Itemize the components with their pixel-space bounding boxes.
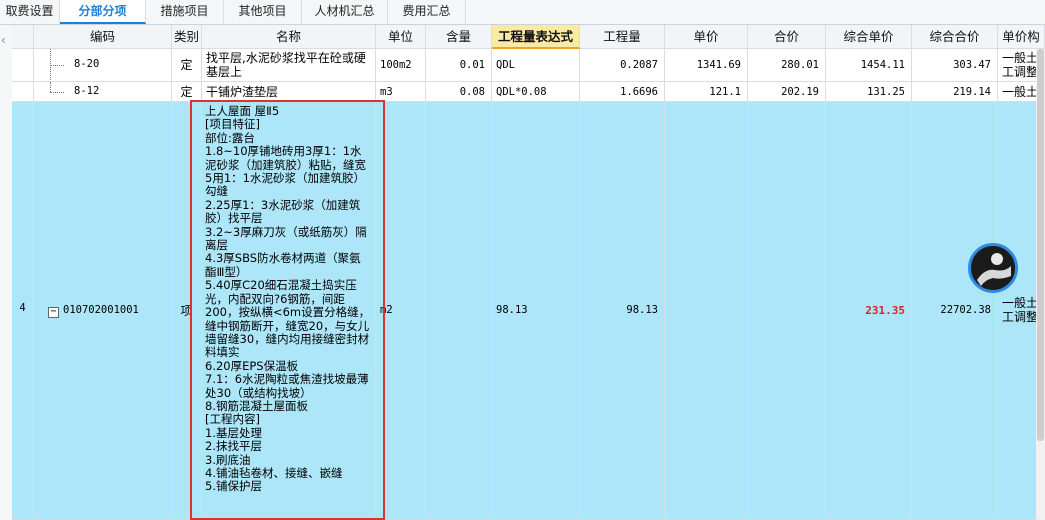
item-description-cell[interactable]: 上人屋面 屋Ⅱ5 [项目特征] 部位:露台 1.8~10厚铺地砖用3厚1：1水泥砂浆（… [202, 102, 376, 520]
code-value: 8-12 [74, 85, 100, 97]
table-row[interactable]: 8-12 定 干铺炉渣垫层 m3 0.08 QDL*0.08 1.6696 12… [12, 82, 1045, 102]
description-line: 上人屋面 屋Ⅱ5 [205, 104, 280, 118]
unit-price-cell[interactable]: 1341.69 [665, 49, 748, 82]
tab-labor-material-summary[interactable]: 人材机汇总 [302, 0, 388, 24]
tab-measures[interactable]: 措施项目 [146, 0, 224, 24]
header-expression[interactable]: 工程量表达式 [492, 25, 580, 49]
unit-price-cell[interactable]: 121.1 [665, 82, 748, 102]
table-row-selected[interactable]: 4 −010702001001 项 上人屋面 屋Ⅱ5 [项目特征] 部位:露台 1.8… [12, 102, 1045, 520]
description-line: 2.抹找平层 [205, 439, 262, 454]
name-line: 基层上 [206, 65, 243, 79]
code-cell[interactable]: 8-20 [34, 49, 172, 82]
scrollbar-thumb[interactable] [1037, 49, 1044, 441]
tab-cost-summary[interactable]: 费用汇总 [388, 0, 466, 24]
header-unit-price[interactable]: 单价 [665, 25, 748, 49]
tab-other-items[interactable]: 其他项目 [224, 0, 302, 24]
name-line: 找平层,水泥砂浆找平在砼或硬 [206, 51, 366, 65]
table-row[interactable]: 8-20 定 找平层,水泥砂浆找平在砼或硬 基层上 100m2 0.01 QDL… [12, 49, 1045, 82]
header-content[interactable]: 含量 [426, 25, 492, 49]
description-line: 4.铺油毡卷材、接缝、嵌缝 [205, 465, 343, 480]
unit-price-cell[interactable] [665, 102, 748, 520]
tree-branch [50, 65, 64, 66]
description-line: 部位:露台 [205, 130, 255, 145]
expression-cell[interactable]: 98.13 [492, 102, 580, 520]
total-price-cell[interactable]: 280.01 [748, 49, 826, 82]
grid-header-row: 编码 类别 名称 单位 含量 工程量表达式 工程量 单价 合价 综合单价 综合合… [12, 25, 1045, 49]
tree-line [50, 82, 52, 92]
description-line: [项目特征] [205, 117, 260, 132]
expression-cell[interactable]: QDL [492, 49, 580, 82]
row-index [12, 82, 34, 102]
description-line: [工程内容] [205, 412, 260, 427]
description-line: 4.3厚SBS防水卷材两道（聚氨酯Ⅲ型） [205, 251, 361, 279]
header-name[interactable]: 名称 [202, 25, 376, 49]
description-line: 5.铺保护层 [205, 479, 262, 494]
description-line: 6.20厚EPS保温板 [205, 358, 299, 373]
header-code[interactable]: 编码 [34, 25, 172, 49]
tab-sub-items[interactable]: 分部分项 [60, 0, 146, 24]
category-cell[interactable]: 项 [172, 102, 202, 520]
description-line: 3.刷底油 [205, 452, 251, 467]
category-cell[interactable]: 定 [172, 49, 202, 82]
code-value: 8-20 [74, 58, 100, 70]
vertical-scrollbar[interactable] [1036, 49, 1045, 520]
header-composite-total[interactable]: 综合合价 [912, 25, 998, 49]
tab-fee-settings[interactable]: 取费设置 [0, 0, 60, 24]
quantity-cell[interactable]: 0.2087 [580, 49, 665, 82]
composite-unit-price-cell[interactable]: 231.35 [826, 102, 912, 520]
header-category[interactable]: 类别 [172, 25, 202, 49]
composite-total-cell[interactable]: 22702.38 [912, 102, 998, 520]
code-cell[interactable]: 8-12 [34, 82, 172, 102]
minus-box-icon[interactable]: − [48, 307, 59, 318]
content-cell[interactable] [426, 102, 492, 520]
code-cell[interactable]: −010702001001 [34, 102, 172, 520]
row-index [12, 49, 34, 82]
description-line: 7.1：6水泥陶粒或焦渣找坡最薄处30（或结构找坡） [205, 372, 369, 400]
name-cell[interactable]: 找平层,水泥砂浆找平在砼或硬 基层上 [202, 49, 376, 82]
composite-total-cell[interactable]: 219.14 [912, 82, 998, 102]
header-total-price[interactable]: 合价 [748, 25, 826, 49]
total-price-cell[interactable]: 202.19 [748, 82, 826, 102]
composite-total-cell[interactable]: 303.47 [912, 49, 998, 82]
quantity-cell[interactable]: 1.6696 [580, 82, 665, 102]
unit-cell[interactable]: m3 [376, 82, 426, 102]
description-line: 3.2~3厚麻刀灰（或纸筋灰）隔离层 [205, 224, 367, 253]
header-unit[interactable]: 单位 [376, 25, 426, 49]
description-line: 1.基层处理 [205, 425, 262, 440]
description-line: 2.25厚1：3水泥砂浆（加建筑胶）找平层 [205, 197, 361, 226]
header-composite-unit-price[interactable]: 综合单价 [826, 25, 912, 49]
quantity-cell[interactable]: 98.13 [580, 102, 665, 520]
total-price-cell[interactable] [748, 102, 826, 520]
unit-cell[interactable]: 100m2 [376, 49, 426, 82]
header-index [12, 25, 34, 49]
top-tab-bar: 取费设置 分部分项 措施项目 其他项目 人材机汇总 费用汇总 [0, 0, 1045, 25]
category-cell[interactable]: 定 [172, 82, 202, 102]
composite-unit-price-cell[interactable]: 1454.11 [826, 49, 912, 82]
unit-cell[interactable]: m2 [376, 102, 426, 520]
description-line: 1.8~10厚铺地砖用3厚1：1水泥砂浆（加建筑胶）粘贴，缝宽5用1：1水泥砂浆… [205, 144, 366, 199]
description-line: 5.40厚C20细石混凝土捣实压光，内配双向?6钢筋，间距200，按纵横<6m设… [205, 278, 371, 360]
tree-branch [50, 92, 64, 93]
user-avatar-icon[interactable] [968, 243, 1018, 293]
composite-unit-price-cell[interactable]: 131.25 [826, 82, 912, 102]
expression-cell[interactable]: QDL*0.08 [492, 82, 580, 102]
chevron-left-icon[interactable]: ‹ [1, 34, 11, 46]
code-value: 010702001001 [63, 304, 139, 316]
header-quantity[interactable]: 工程量 [580, 25, 665, 49]
header-unit-price-composition[interactable]: 单价构 [998, 25, 1045, 49]
name-cell[interactable]: 干铺炉渣垫层 [202, 82, 376, 102]
description-line: 8.钢筋混凝土屋面板 [205, 398, 308, 413]
items-grid: 编码 类别 名称 单位 含量 工程量表达式 工程量 单价 合价 综合单价 综合合… [12, 25, 1045, 520]
row-index: 4 [12, 102, 34, 520]
content-cell[interactable]: 0.08 [426, 82, 492, 102]
content-cell[interactable]: 0.01 [426, 49, 492, 82]
